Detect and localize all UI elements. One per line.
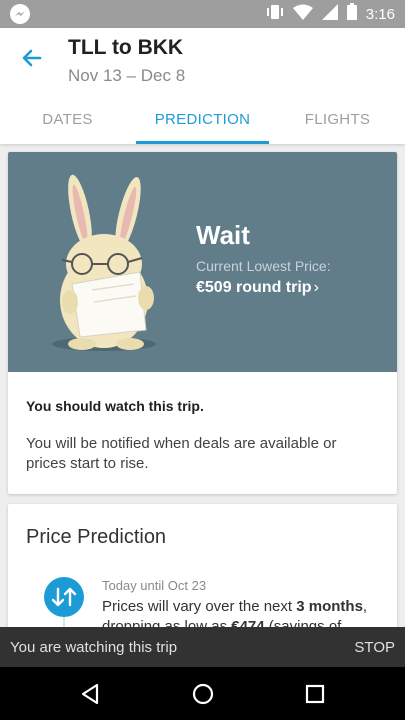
timeline-date: Today until Oct 23 <box>102 578 207 593</box>
trip-dates: Nov 13 – Dec 8 <box>68 66 186 85</box>
prediction-hero: Wait Current Lowest Price: €509 round tr… <box>8 152 397 372</box>
wifi-icon <box>292 4 313 25</box>
system-nav-bar <box>0 667 405 720</box>
battery-icon <box>346 3 357 25</box>
tab-prediction[interactable]: PREDICTION <box>135 102 270 144</box>
status-bar: 3:16 <box>0 0 405 28</box>
signal-icon <box>321 3 338 25</box>
watch-advice-body: You will be notified when deals are avai… <box>26 435 337 472</box>
tab-flights[interactable]: FLIGHTS <box>270 102 405 144</box>
lowest-price-label: Current Lowest Price: <box>196 258 331 274</box>
messenger-icon <box>10 4 30 24</box>
tab-bar: DATES PREDICTION FLIGHTS <box>0 102 405 144</box>
status-time: 3:16 <box>365 5 395 23</box>
vibrate-icon <box>266 4 284 25</box>
price-prediction-title: Price Prediction <box>26 526 167 548</box>
app-header: TLL to BKK Nov 13 – Dec 8 DATES PREDICTI… <box>0 28 405 144</box>
chevron-right-icon: › <box>313 279 319 296</box>
prediction-verdict: Wait <box>196 220 250 250</box>
nav-back-icon[interactable] <box>77 681 103 707</box>
snackbar-message: You are watching this trip <box>10 639 178 656</box>
lowest-price-link[interactable]: €509 round trip › <box>196 279 319 297</box>
watch-advice-title: You should watch this trip. <box>26 398 204 414</box>
nav-home-icon[interactable] <box>190 681 216 707</box>
back-arrow-icon[interactable] <box>18 44 46 72</box>
price-variation-icon <box>44 577 84 617</box>
prediction-card: Wait Current Lowest Price: €509 round tr… <box>8 152 397 494</box>
tab-dates[interactable]: DATES <box>0 102 135 144</box>
lowest-price-value: €509 round trip <box>196 279 312 296</box>
trip-title: TLL to BKK <box>68 36 184 59</box>
snackbar: You are watching this trip STOP <box>0 627 405 667</box>
nav-recents-icon[interactable] <box>302 681 328 707</box>
bunny-illustration <box>52 174 156 351</box>
stop-watching-button[interactable]: STOP <box>354 639 395 656</box>
